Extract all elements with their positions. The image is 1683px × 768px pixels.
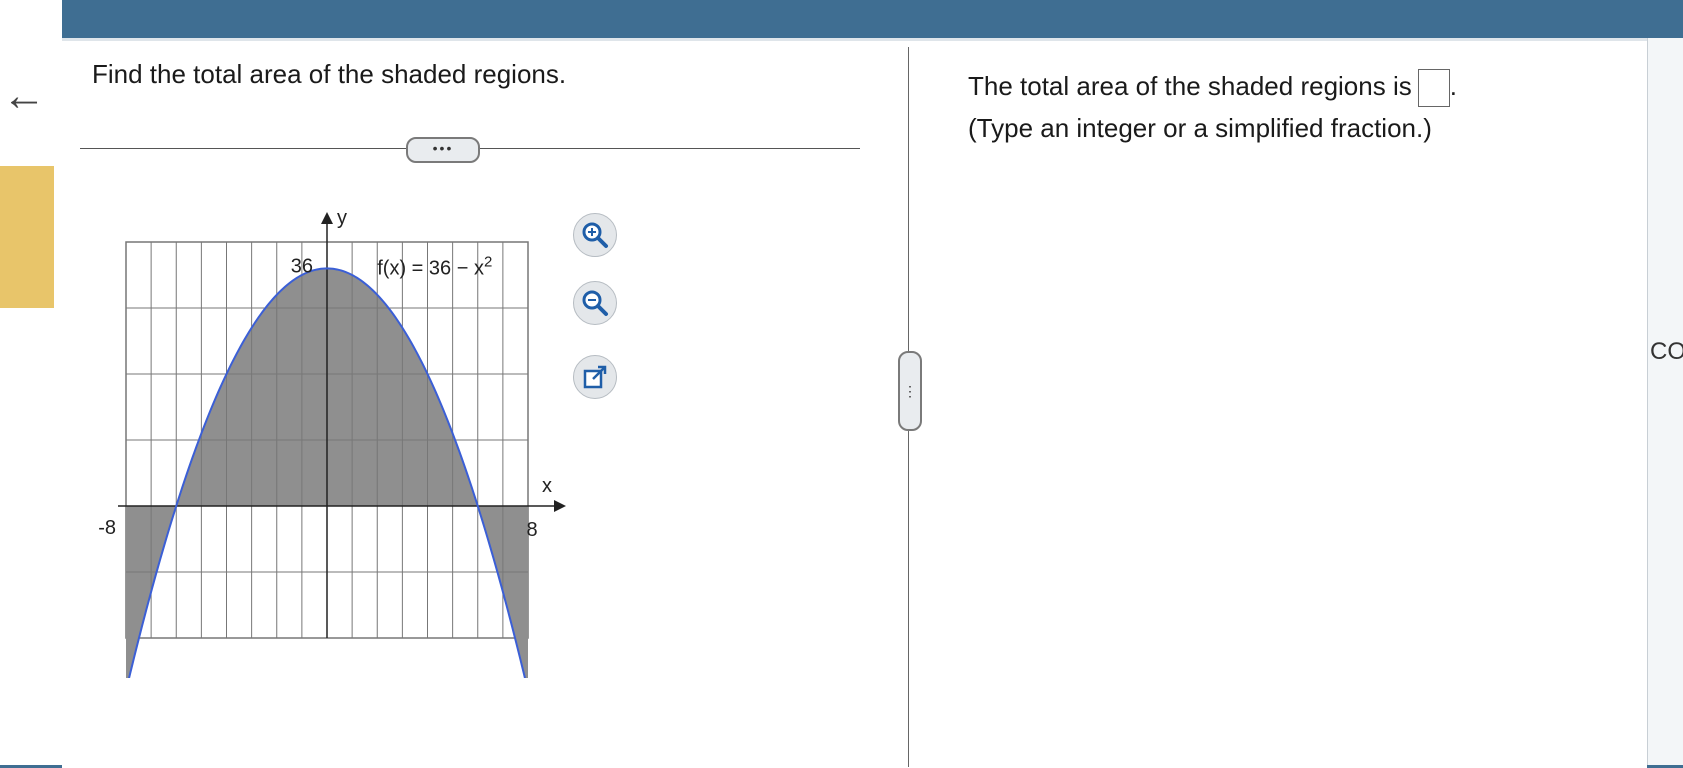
x-tick-label: 8 bbox=[526, 519, 537, 541]
left-strip: ← bbox=[0, 0, 62, 765]
top-bar bbox=[0, 0, 1683, 38]
answer-input[interactable] bbox=[1417, 69, 1450, 107]
back-arrow-icon[interactable]: ← bbox=[2, 74, 46, 118]
answer-prefix: The total area of the shaded regions is bbox=[968, 70, 1412, 101]
right-edge-text: CO bbox=[1650, 338, 1683, 365]
answer-hint: (Type an integer or a simplified fractio… bbox=[968, 113, 1432, 143]
side-tab[interactable] bbox=[0, 166, 54, 308]
function-label: f(x) = 36 − x2 bbox=[377, 253, 492, 279]
function-label-exponent: 2 bbox=[484, 253, 492, 270]
pane-resize-handle[interactable]: ⋮ bbox=[898, 351, 922, 431]
graph: y x -8 8 36 f(x) = 36 − x2 bbox=[98, 207, 566, 678]
right-edge: CO bbox=[1647, 38, 1683, 765]
x-axis-arrow bbox=[554, 500, 566, 512]
x-tick-label: -8 bbox=[98, 517, 116, 539]
y-axis-label: y bbox=[337, 207, 347, 229]
x-axis-label: x bbox=[542, 475, 552, 497]
y-tick-label: 36 bbox=[291, 255, 313, 277]
answer-statement: The total area of the shaded regions is. bbox=[968, 69, 1457, 107]
answer-suffix: . bbox=[1449, 70, 1457, 101]
y-axis-arrow bbox=[321, 212, 333, 224]
